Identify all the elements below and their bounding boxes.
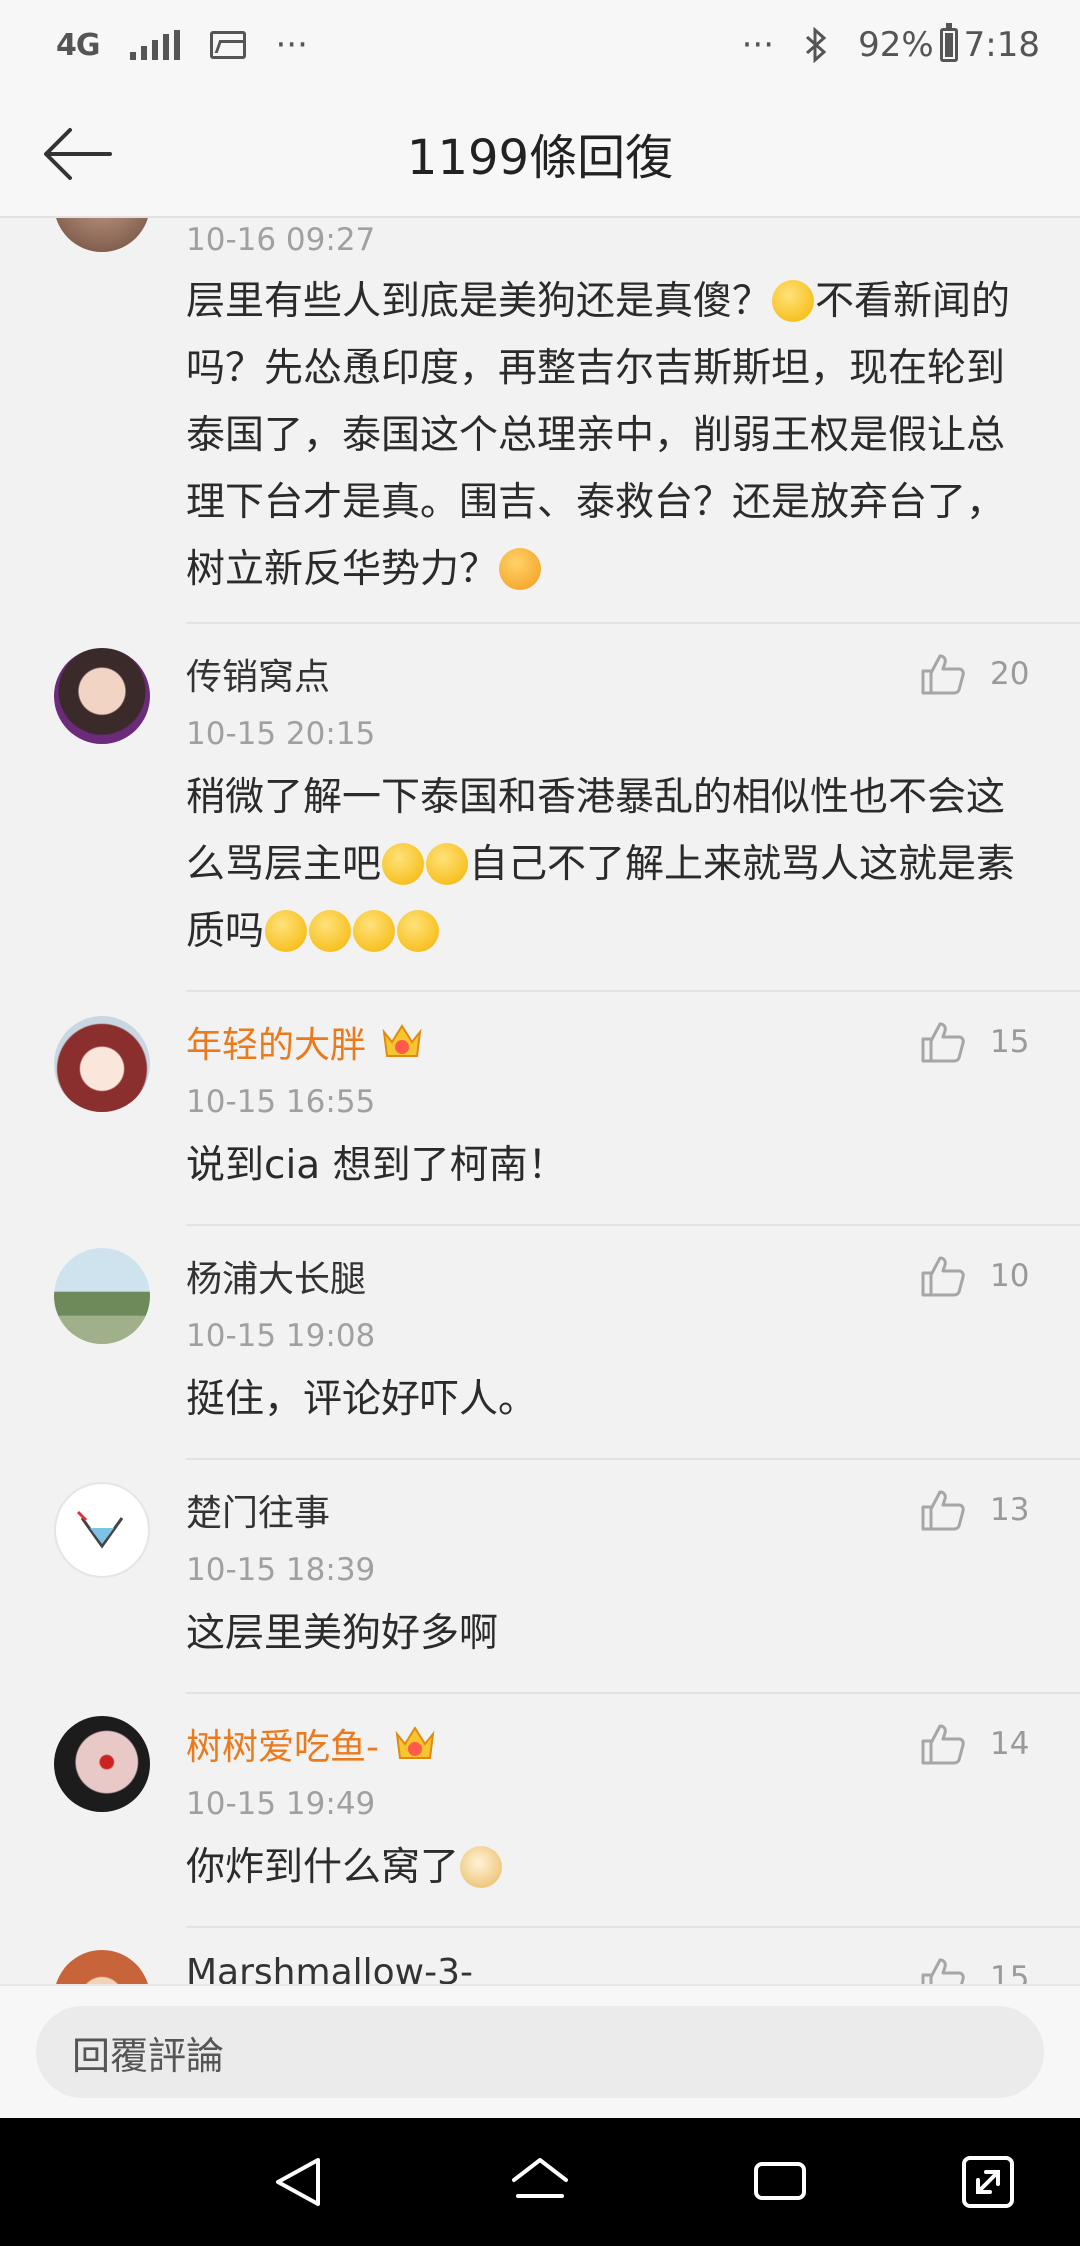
comment-time: 10-15 16:55 (186, 1084, 376, 1120)
like-count: 15 (990, 1960, 1030, 1984)
comment-username[interactable]: 楚门往事 (186, 1484, 330, 1536)
yummy-emoji-icon (499, 548, 542, 590)
reply-bar: 回覆評論 (0, 1984, 1080, 2118)
comment-text: 这层里美狗好多啊 (186, 1611, 499, 1656)
like-count: 10 (990, 1258, 1030, 1294)
comment-text: 你炸到什么窝了 (186, 1834, 1036, 1901)
vip-crown-icon (395, 1726, 435, 1759)
thumbs-up-icon (921, 1256, 965, 1297)
divider (186, 1458, 1080, 1460)
nav-back-icon[interactable] (268, 2152, 332, 2212)
comment-time: 10-15 18:39 (186, 1552, 376, 1588)
sleepy-emoji-icon (772, 280, 815, 322)
comment-text: 稍微了解一下泰国和香港暴乱的相似性也不会这么骂层主吧 自己不了解上来就骂人这就是素… (186, 775, 1016, 954)
comment-time: 10-16 09:27 (186, 222, 376, 258)
avatar[interactable] (54, 218, 150, 252)
clock: 7:18 (963, 25, 1040, 65)
like-button[interactable]: 14 (920, 1722, 1029, 1766)
comment-time: 10-15 19:08 (186, 1318, 376, 1354)
thumbs-up-icon (921, 1958, 965, 1984)
reply-input[interactable]: 回覆評論 (36, 2006, 1044, 2098)
divider (186, 1926, 1080, 1928)
battery-icon (939, 23, 958, 62)
crying-emoji-icon (426, 843, 469, 885)
crying-emoji-icon (353, 910, 396, 952)
thumbs-up-icon (921, 1724, 965, 1765)
divider (186, 990, 1080, 992)
like-button[interactable]: 20 (920, 652, 1029, 696)
like-button[interactable]: 15 (920, 1020, 1029, 1064)
nav-home-icon[interactable] (508, 2152, 572, 2212)
crying-emoji-icon (382, 843, 425, 885)
nav-recents-icon[interactable] (748, 2152, 812, 2212)
like-button[interactable]: 10 (920, 1254, 1029, 1298)
comment-time: 10-15 19:49 (186, 1786, 376, 1822)
thumbs-up-icon (921, 654, 965, 695)
network-indicator: 4G (56, 27, 100, 63)
comment-list[interactable]: 10-16 09:27 层里有些人到底是美狗还是真傻？ 不看新闻的吗？先怂恿印度，… (0, 218, 1080, 1984)
signal-icon (129, 30, 180, 60)
thumbs-up-icon (921, 1490, 965, 1531)
crying-emoji-icon (309, 910, 352, 952)
page-title: 1199條回復 (406, 130, 674, 186)
avatar[interactable] (54, 1716, 150, 1812)
battery-percent: 92% (858, 25, 934, 65)
like-count: 14 (990, 1726, 1030, 1762)
crying-emoji-icon (397, 910, 440, 952)
gallery-notification-icon (209, 31, 246, 59)
more-notifications-icon: ··· (275, 25, 308, 65)
thumbs-up-icon (921, 1022, 965, 1063)
comment-username[interactable]: Marshmallow-3- (186, 1952, 473, 1984)
comment-text: 说到cia 想到了柯南！ (186, 1143, 567, 1188)
divider (186, 1692, 1080, 1694)
comment-username[interactable]: 树树爱吃鱼- (186, 1718, 437, 1770)
comment-text: 挺住，评论好吓人。 (186, 1377, 538, 1422)
avatar[interactable] (54, 1950, 150, 1984)
bluetooth-icon (806, 27, 827, 63)
vip-crown-icon (382, 1024, 422, 1057)
comment-username[interactable]: 年轻的大胖 (186, 1016, 424, 1068)
like-count: 20 (990, 656, 1030, 692)
system-nav-bar (0, 2118, 1080, 2246)
crying-emoji-icon (265, 910, 308, 952)
divider (186, 1224, 1080, 1226)
comment-time: 10-15 20:15 (186, 716, 376, 752)
comment-username[interactable]: 杨浦大长腿 (186, 1250, 366, 1302)
doge-emoji-icon (460, 1846, 503, 1888)
comment-text: 层里有些人到底是美狗还是真傻？ 不看新闻的吗？先怂恿印度，再整吉尔吉斯斯坦，现在轮… (186, 279, 1011, 592)
avatar[interactable] (54, 1248, 150, 1344)
more-status-icon: ··· (741, 25, 775, 65)
divider (186, 622, 1080, 624)
like-button[interactable]: 13 (920, 1488, 1029, 1532)
like-count: 13 (990, 1492, 1030, 1528)
top-bar: 1199條回復 (0, 90, 1080, 218)
status-bar: 4G ··· ··· 92% 7:18 (0, 0, 1080, 90)
like-count: 15 (990, 1024, 1030, 1060)
back-arrow-icon[interactable] (40, 118, 116, 190)
avatar-logo-icon (76, 1510, 124, 1549)
avatar[interactable] (54, 1016, 150, 1112)
like-button[interactable]: 15 (920, 1956, 1029, 1984)
nav-expand-icon[interactable] (956, 2152, 1020, 2212)
comment-username[interactable]: 传销窝点 (186, 648, 330, 700)
avatar[interactable] (54, 1482, 150, 1578)
avatar[interactable] (54, 648, 150, 744)
